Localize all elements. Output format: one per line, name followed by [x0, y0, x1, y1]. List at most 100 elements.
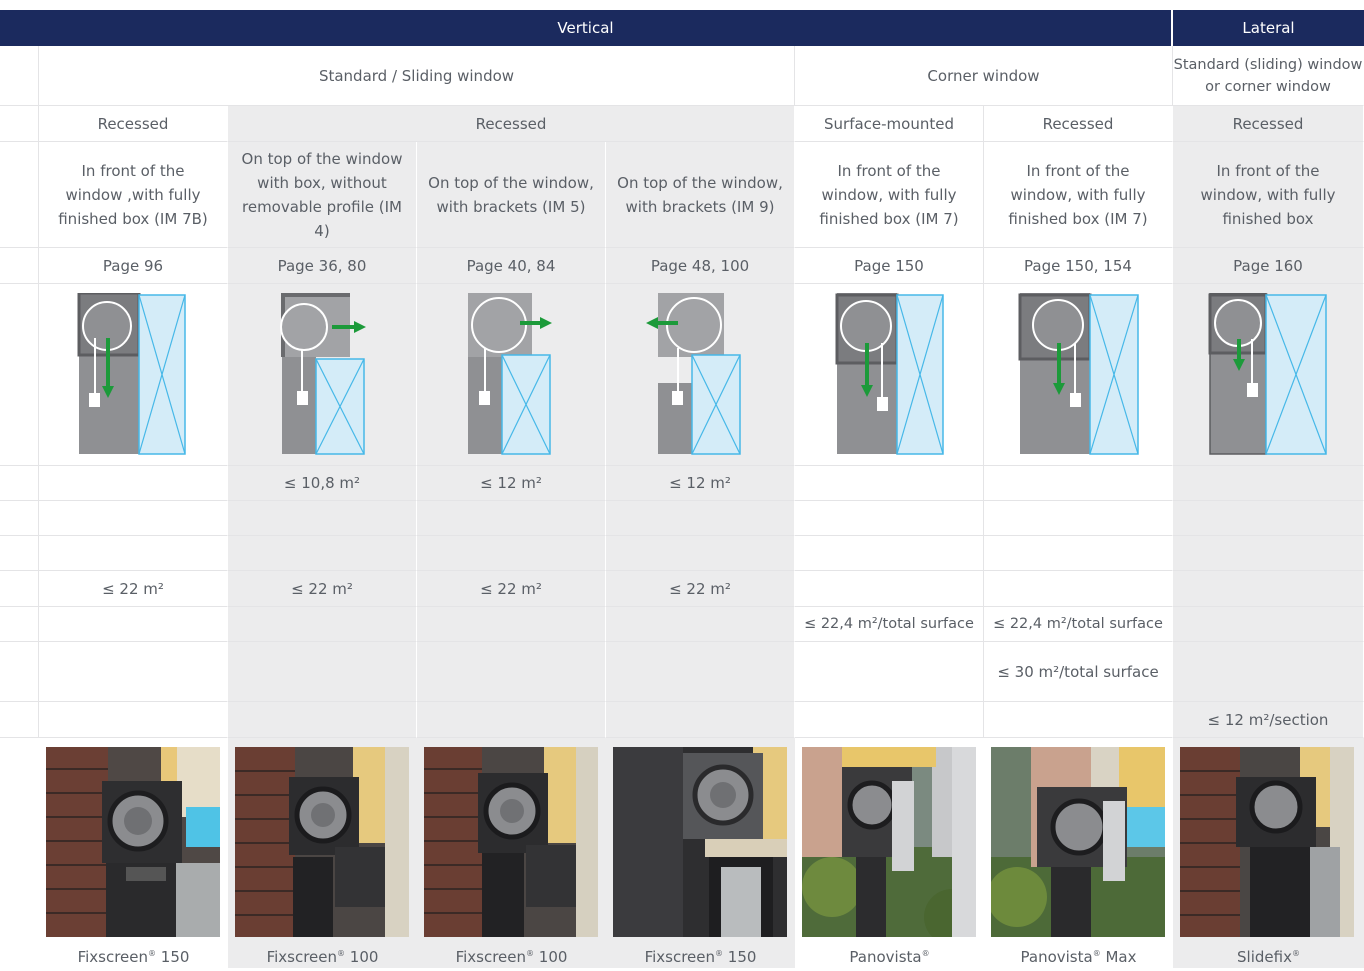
size4-col2: ≤ 22 m² [228, 571, 417, 607]
header-lateral: Lateral [1173, 10, 1364, 46]
size7-col4 [606, 702, 795, 738]
description-col2: On top of the window with box, without r… [228, 142, 417, 248]
page-col6: Page 150, 154 [984, 248, 1173, 284]
row-label-size-5 [0, 607, 39, 642]
row-label-size-1 [0, 466, 39, 501]
size1-col3: ≤ 12 m² [417, 466, 606, 501]
size2-col7 [1173, 501, 1364, 536]
size7-col2 [228, 702, 417, 738]
row-label-pages [0, 248, 39, 284]
size5-col1 [39, 607, 228, 642]
diagram-col7-icon [1208, 293, 1327, 455]
page-col4: Page 48, 100 [606, 248, 795, 284]
product-caption-6: Panovista® Max [1020, 948, 1137, 966]
description-col7: In front of the window, with fully finis… [1173, 142, 1364, 248]
diagram-col2-icon [280, 293, 366, 455]
size1-col5 [795, 466, 984, 501]
size4-col5 [795, 571, 984, 607]
page-col2: Page 36, 80 [228, 248, 417, 284]
mounting-col7: Recessed [1173, 106, 1364, 142]
header-vertical: Vertical [0, 10, 1173, 46]
size6-col6: ≤ 30 m²/total surface [984, 642, 1173, 702]
size7-col6 [984, 702, 1173, 738]
size7-col3 [417, 702, 606, 738]
size6-col2 [228, 642, 417, 702]
size1-col1 [39, 466, 228, 501]
product-photo-fixscreen-100-a [235, 747, 409, 937]
mounting-col5: Surface-mounted [795, 106, 984, 142]
size1-col4: ≤ 12 m² [606, 466, 795, 501]
size1-col6 [984, 466, 1173, 501]
size5-col6: ≤ 22,4 m²/total surface [984, 607, 1173, 642]
row-label-size-7 [0, 702, 39, 738]
product-photo-fixscreen-150 [46, 747, 220, 937]
diagram-col1-icon [77, 293, 186, 455]
diagram-col3-icon [468, 293, 552, 455]
product-caption-2: Fixscreen® 100 [266, 948, 379, 966]
row-label-size-4 [0, 571, 39, 607]
size7-col7: ≤ 12 m²/section [1173, 702, 1364, 738]
size2-col5 [795, 501, 984, 536]
page-col1: Page 96 [39, 248, 228, 284]
product-caption-3: Fixscreen® 100 [455, 948, 568, 966]
product-caption-7: Slidefix® [1237, 948, 1300, 966]
row-label-size-2 [0, 501, 39, 536]
size6-col3 [417, 642, 606, 702]
description-col6: In front of the window, with fully finis… [984, 142, 1173, 248]
size5-col5: ≤ 22,4 m²/total surface [795, 607, 984, 642]
size4-col3: ≤ 22 m² [417, 571, 606, 607]
size6-col1 [39, 642, 228, 702]
description-col5: In front of the window, with fully finis… [795, 142, 984, 248]
product-photo-slidefix [1180, 747, 1354, 937]
product-photo-panovista [802, 747, 976, 937]
page-col5: Page 150 [795, 248, 984, 284]
row-label-window-type [0, 46, 39, 106]
size2-col3 [417, 501, 606, 536]
diagram-col4-icon [646, 293, 741, 455]
product-photo-fixscreen-150-b [613, 747, 787, 937]
size5-col7 [1173, 607, 1364, 642]
row-label-size-3 [0, 536, 39, 571]
size3-col6 [984, 536, 1173, 571]
window-type-lateral: Standard (sliding) window or corner wind… [1173, 46, 1364, 106]
size2-col4 [606, 501, 795, 536]
mounting-col1: Recessed [39, 106, 228, 142]
size1-col7 [1173, 466, 1364, 501]
size3-col4 [606, 536, 795, 571]
size4-col4: ≤ 22 m² [606, 571, 795, 607]
size5-col3 [417, 607, 606, 642]
size5-col4 [606, 607, 795, 642]
description-col3: On top of the window, with brackets (IM … [417, 142, 606, 248]
size2-col1 [39, 501, 228, 536]
size6-col4 [606, 642, 795, 702]
size3-col5 [795, 536, 984, 571]
size6-col5 [795, 642, 984, 702]
page-col7: Page 160 [1173, 248, 1364, 284]
size1-col2: ≤ 10,8 m² [228, 466, 417, 501]
row-label-diagram [0, 284, 39, 466]
row-label-mounting [0, 106, 39, 142]
size3-col7 [1173, 536, 1364, 571]
mounting-col2to4: Recessed [228, 106, 795, 142]
size6-col7 [1173, 642, 1364, 702]
product-photo-panovista-max [991, 747, 1165, 937]
header-vertical-label: Vertical [557, 19, 614, 37]
size4-col7 [1173, 571, 1364, 607]
row-label-size-6 [0, 642, 39, 702]
window-type-standard-sliding: Standard / Sliding window [39, 46, 795, 106]
description-col4: On top of the window, with brackets (IM … [606, 142, 795, 248]
size4-col6 [984, 571, 1173, 607]
size2-col6 [984, 501, 1173, 536]
size7-col1 [39, 702, 228, 738]
row-label-description [0, 142, 39, 248]
product-caption-4: Fixscreen® 150 [644, 948, 757, 966]
size3-col3 [417, 536, 606, 571]
window-type-corner: Corner window [795, 46, 1173, 106]
mounting-col6: Recessed [984, 106, 1173, 142]
size3-col1 [39, 536, 228, 571]
product-photo-fixscreen-100-b [424, 747, 598, 937]
product-caption-5: Panovista® [849, 948, 930, 966]
header-lateral-label: Lateral [1242, 19, 1295, 37]
size7-col5 [795, 702, 984, 738]
size5-col2 [228, 607, 417, 642]
